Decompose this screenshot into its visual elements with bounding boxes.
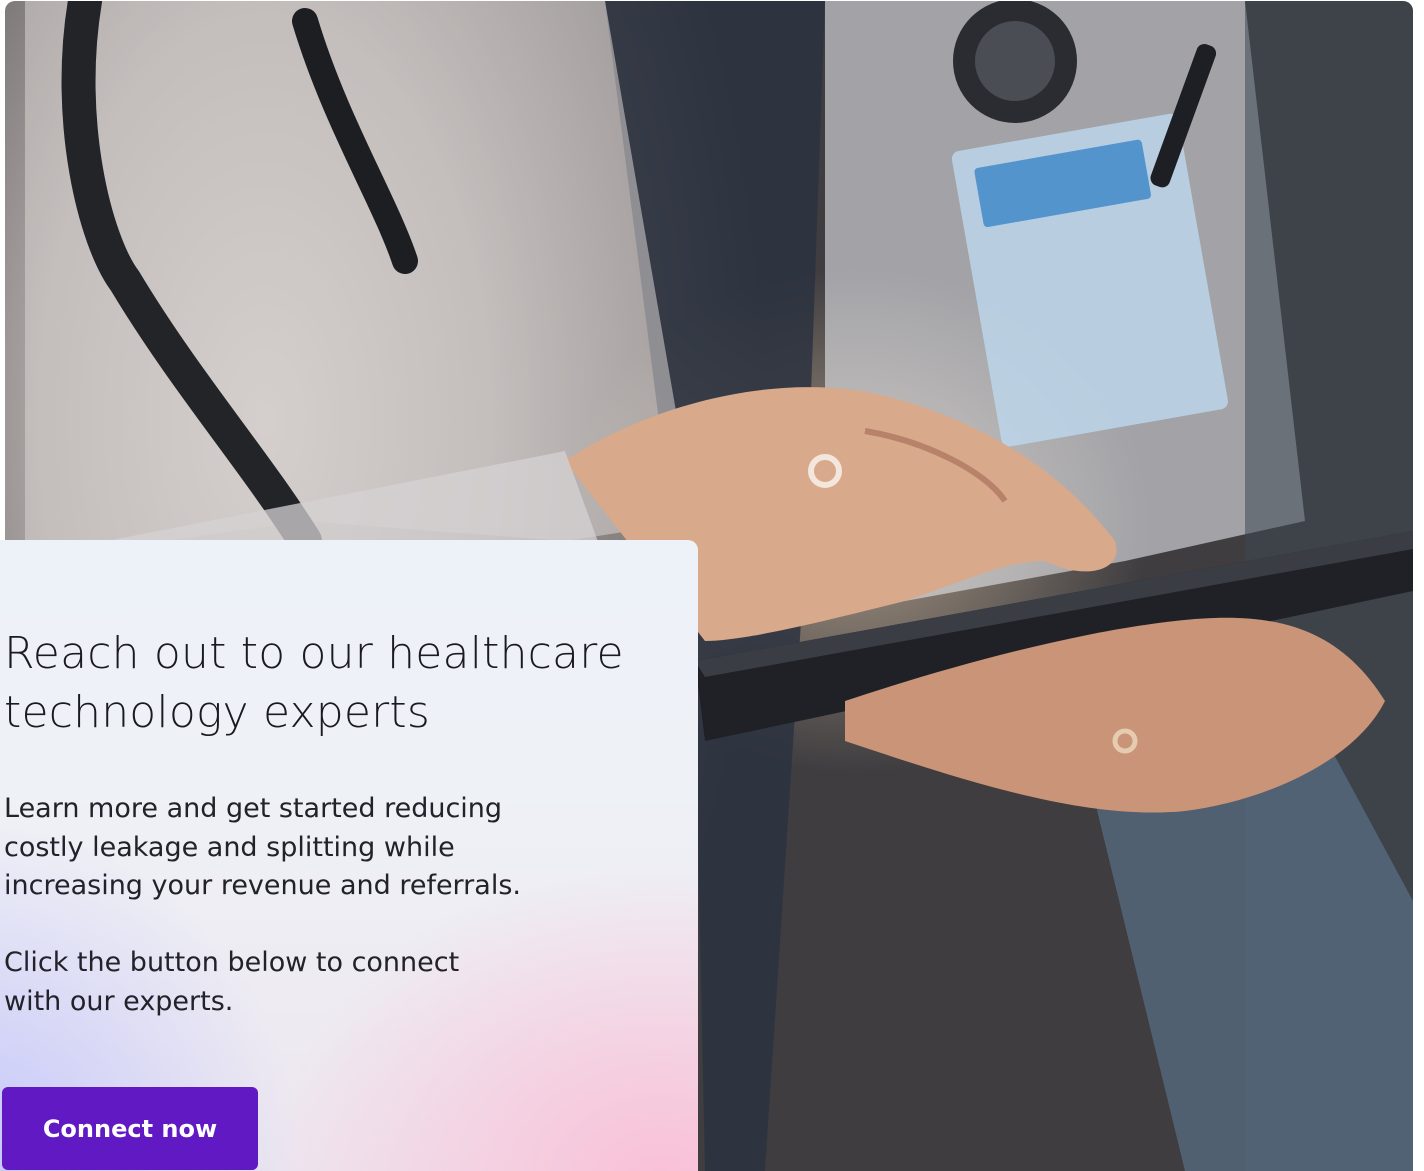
contact-card: Reach out to our healthcare technology e…: [0, 540, 698, 1171]
contact-instruction: Click the button below to connect with o…: [4, 947, 460, 1017]
contact-hero-section: Reach out to our healthcare technology e…: [0, 0, 1424, 1171]
contact-description: Learn more and get started reducing cost…: [4, 793, 521, 901]
connect-now-button[interactable]: Connect now: [2, 1087, 258, 1170]
contact-heading: Reach out to our healthcare technology e…: [4, 628, 624, 738]
